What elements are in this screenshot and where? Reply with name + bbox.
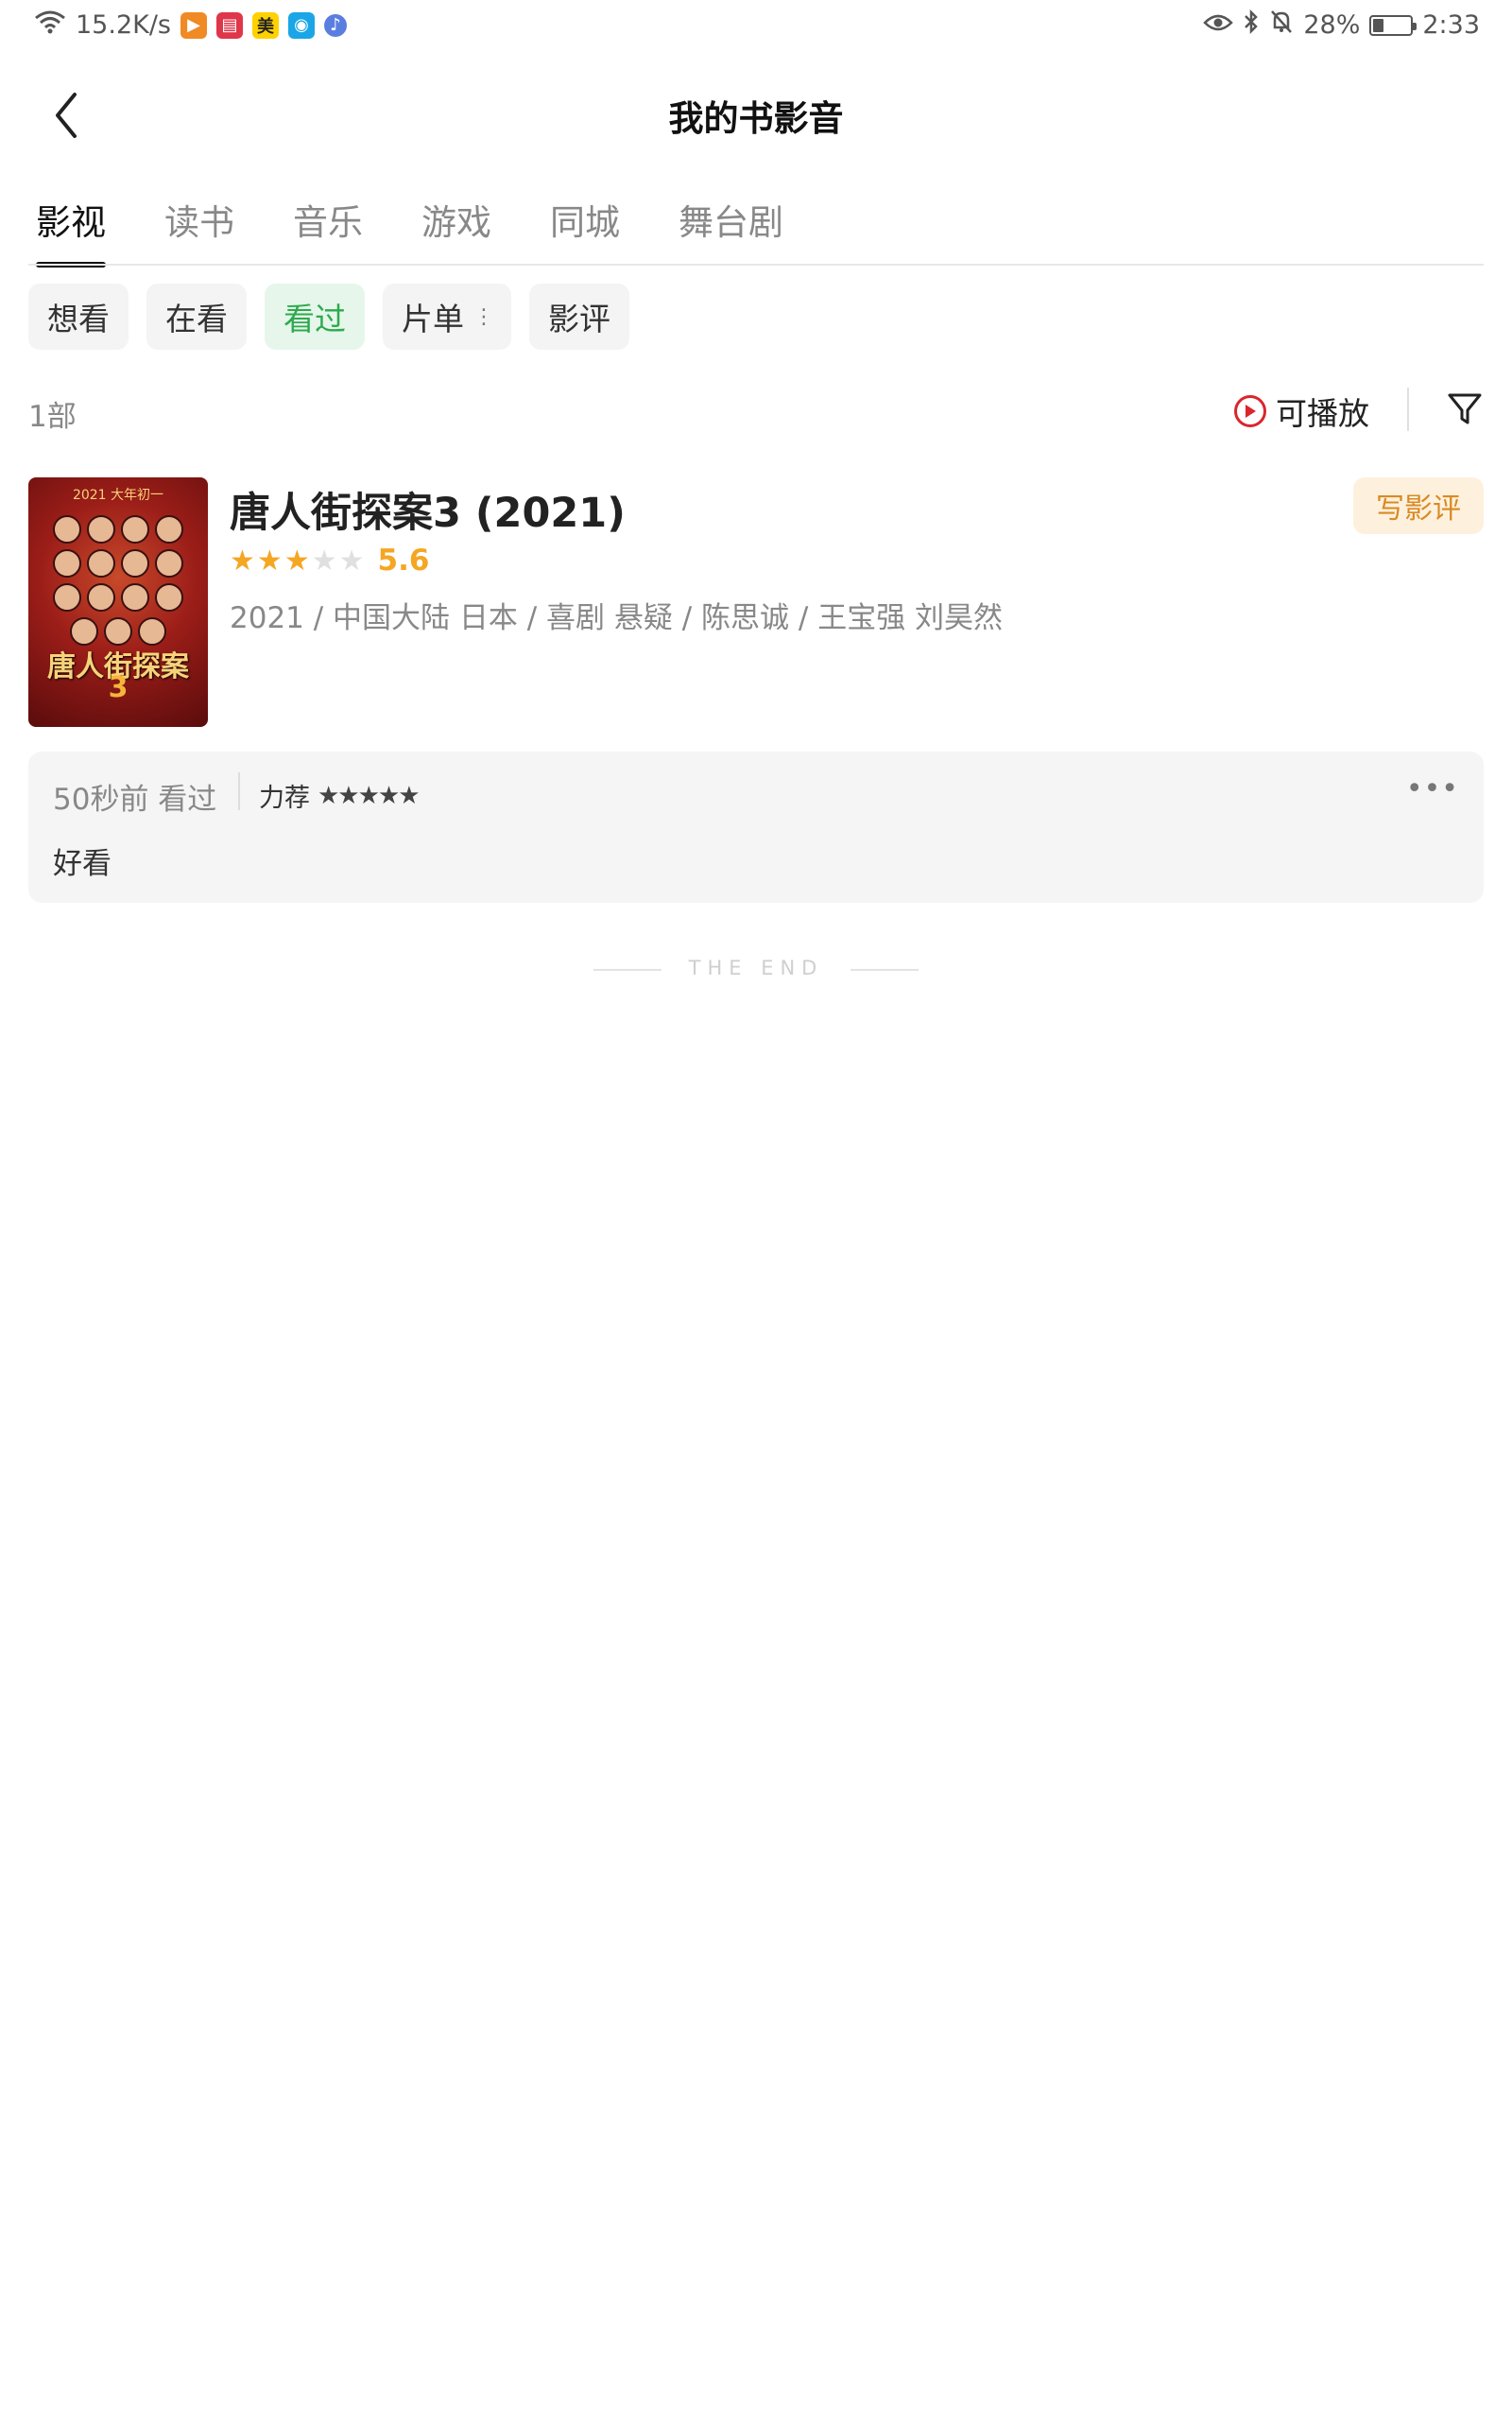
battery-tip (1413, 22, 1418, 30)
movie-title[interactable]: 唐人街探案3 (2021) (230, 480, 626, 539)
status-left: 15.2K/s ▶ ▤ 美 ◉ ♪ (34, 9, 347, 41)
funnel-icon (1448, 393, 1482, 424)
review-text: 好看 (53, 847, 112, 881)
star-empty-icon: ★ (311, 544, 337, 578)
star-filled-icon: ★ (256, 544, 283, 578)
tab-music[interactable]: 音乐 (293, 194, 363, 268)
movie-rating: ★ ★ ★ ★ ★ 5.6 (230, 544, 429, 578)
toolbar-divider (1407, 388, 1409, 431)
battery-level (1373, 18, 1384, 32)
wifi-icon (34, 9, 66, 41)
recommend-label: 力荐 (259, 784, 310, 813)
write-review-button[interactable]: 写影评 (1353, 477, 1484, 534)
rating-score: 5.6 (377, 544, 430, 578)
tab-drama[interactable]: 舞台剧 (679, 194, 783, 268)
music-app-icon: ♪ (324, 13, 347, 37)
star-filled-icon: ★ (230, 544, 255, 578)
tabs-divider (28, 264, 1484, 266)
chip-lists-label: 片单 (402, 301, 464, 337)
battery-percent: 28% (1303, 10, 1361, 40)
chip-lists[interactable]: 片单 ⋮ (383, 284, 511, 350)
poster-logo-number: 3 (108, 671, 129, 704)
poster-tagline: 2021 大年初一 (72, 488, 164, 503)
rating-stars: ★ ★ ★ ★ ★ (230, 544, 365, 578)
book-app-icon: ▤ (216, 11, 243, 39)
tab-movies[interactable]: 影视 (36, 194, 106, 268)
more-options-button[interactable]: ••• (1406, 772, 1459, 805)
movie-meta: 2021 / 中国大陆 日本 / 喜剧 悬疑 / 陈思诚 / 王宝强 刘昊然 (230, 601, 1004, 635)
tab-local[interactable]: 同城 (550, 194, 620, 268)
status-filter-chips: 想看 在看 看过 片单 ⋮ 影评 (28, 284, 629, 350)
battery-icon (1369, 14, 1418, 36)
playable-label: 可播放 (1276, 395, 1369, 432)
network-speed: 15.2K/s (76, 10, 171, 40)
poster-cast-image (38, 515, 198, 646)
category-tabs: 影视 读书 音乐 游戏 同城 舞台剧 (36, 194, 842, 268)
mute-bell-icon (1269, 9, 1294, 41)
tab-books[interactable]: 读书 (164, 194, 234, 268)
more-vertical-icon: ⋮ (473, 304, 494, 329)
page-title: 我的书影音 (668, 98, 844, 139)
meituan-app-icon: 美 (252, 11, 279, 39)
clock: 2:33 (1422, 10, 1480, 40)
review-divider (238, 772, 240, 810)
chip-want-to-watch[interactable]: 想看 (28, 284, 129, 350)
bulb-app-icon: ◉ (288, 11, 315, 39)
filter-button[interactable] (1446, 389, 1484, 427)
end-divider-right (850, 969, 919, 971)
my-review-card: 50秒前 看过 力荐 ★★★★★ ••• 好看 (28, 752, 1484, 903)
bluetooth-icon (1243, 9, 1260, 41)
chip-reviews[interactable]: 影评 (529, 284, 629, 350)
star-filled-icon: ★ (284, 544, 310, 578)
recommend-stars: ★★★★★ (318, 781, 421, 810)
item-count: 1部 (28, 400, 77, 434)
star-empty-icon: ★ (338, 544, 365, 578)
review-recommendation: 力荐 ★★★★★ (259, 777, 421, 814)
tab-games[interactable]: 游戏 (421, 194, 491, 268)
status-right: 28% 2:33 (1203, 9, 1480, 41)
end-label: THE END (688, 957, 824, 979)
playable-filter[interactable]: 可播放 (1234, 389, 1369, 434)
eye-icon (1203, 10, 1234, 40)
chip-watching[interactable]: 在看 (146, 284, 247, 350)
review-time: 50秒前 看过 (53, 783, 217, 817)
status-bar: 15.2K/s ▶ ▤ 美 ◉ ♪ 28% 2:33 (0, 0, 1512, 57)
movie-poster[interactable]: 2021 大年初一 唐人街探案 3 (28, 477, 208, 727)
chip-watched[interactable]: 看过 (265, 284, 365, 350)
play-icon (1234, 395, 1266, 427)
video-app-icon: ▶ (180, 11, 207, 39)
